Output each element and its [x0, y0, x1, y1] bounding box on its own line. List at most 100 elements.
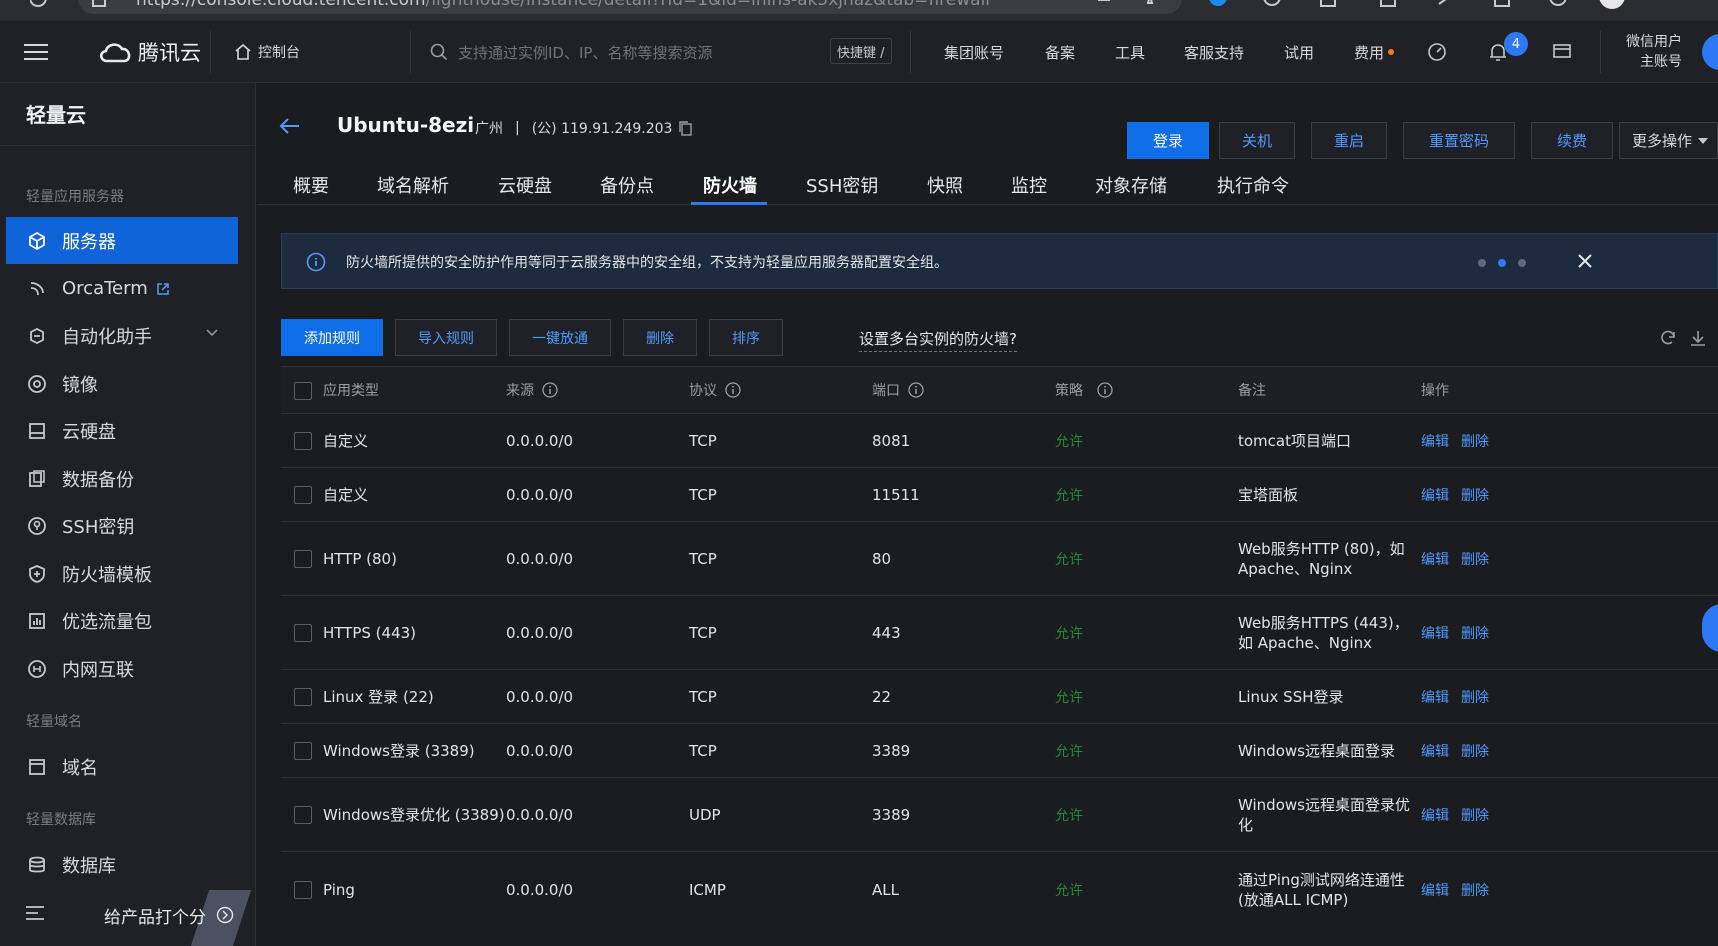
carousel-dot[interactable] — [1478, 259, 1486, 267]
delete-link[interactable]: 删除 — [1461, 805, 1489, 825]
refresh-icon[interactable] — [1659, 329, 1677, 347]
close-icon[interactable] — [1578, 254, 1592, 268]
allow-all-button[interactable]: 一键放通 — [509, 319, 611, 356]
extension-icon[interactable] — [1262, 0, 1282, 8]
nav-link-trial[interactable]: 试用 — [1284, 21, 1314, 83]
tab-firewall[interactable]: 防火墙 — [703, 165, 757, 205]
edit-link[interactable]: 编辑 — [1421, 741, 1449, 761]
tab-dns[interactable]: 域名解析 — [377, 165, 449, 205]
arrow-circle-icon[interactable] — [216, 906, 234, 924]
sidebar-item-automation[interactable]: 自动化助手 — [6, 312, 238, 359]
row-checkbox[interactable] — [294, 688, 312, 706]
edit-link[interactable]: 编辑 — [1421, 431, 1449, 451]
shutdown-button[interactable]: 关机 — [1219, 122, 1295, 159]
row-checkbox[interactable] — [294, 742, 312, 760]
delete-button[interactable]: 删除 — [623, 319, 697, 356]
gauge-icon[interactable] — [1427, 21, 1447, 83]
sidebar-item-cloud-disk[interactable]: 云硬盘 — [6, 407, 238, 454]
restart-button[interactable]: 重启 — [1311, 122, 1387, 159]
tab-object-storage[interactable]: 对象存储 — [1095, 165, 1167, 205]
nav-link-support[interactable]: 客服支持 — [1184, 21, 1244, 83]
delete-link[interactable]: 删除 — [1461, 431, 1489, 451]
shield-check-icon[interactable] — [1548, 0, 1568, 8]
tab-ssh-key[interactable]: SSH密钥 — [806, 165, 878, 205]
import-rules-button[interactable]: 导入规则 — [395, 319, 497, 356]
login-button[interactable]: 登录 — [1127, 122, 1209, 159]
info-circle-icon[interactable] — [542, 382, 558, 398]
row-checkbox[interactable] — [294, 550, 312, 568]
tab-cloud-disk[interactable]: 云硬盘 — [498, 165, 552, 205]
nav-link-group-account[interactable]: 集团账号 — [944, 21, 1004, 83]
sidebar-item-backup[interactable]: 数据备份 — [6, 455, 238, 502]
carousel-dot[interactable] — [1518, 259, 1526, 267]
more-actions-button[interactable]: 更多操作 — [1619, 122, 1718, 159]
edit-link[interactable]: 编辑 — [1421, 549, 1449, 569]
puzzle-icon[interactable] — [1318, 0, 1338, 8]
download-icon[interactable] — [1689, 329, 1707, 347]
info-circle-icon[interactable] — [1097, 382, 1113, 398]
info-circle-icon[interactable] — [725, 382, 741, 398]
favorites-icon[interactable] — [1436, 0, 1456, 8]
search-icon[interactable] — [30, 0, 50, 10]
delete-link[interactable]: 删除 — [1461, 485, 1489, 505]
delete-link[interactable]: 删除 — [1461, 687, 1489, 707]
edit-link[interactable]: 编辑 — [1421, 805, 1449, 825]
sidebar-item-domain[interactable]: 域名 — [6, 743, 238, 790]
select-all-checkbox[interactable] — [294, 382, 312, 400]
copy-icon[interactable] — [678, 120, 693, 136]
renew-button[interactable]: 续费 — [1531, 122, 1613, 159]
edit-link[interactable]: 编辑 — [1421, 623, 1449, 643]
extension-blue-icon[interactable] — [1208, 0, 1228, 8]
tab-overview[interactable]: 概要 — [293, 165, 329, 205]
sidebar-item-traffic-package[interactable]: 优选流量包 — [6, 597, 238, 644]
edit-link[interactable]: 编辑 — [1421, 687, 1449, 707]
translate-icon[interactable] — [1096, 0, 1112, 8]
delete-link[interactable]: 删除 — [1461, 880, 1489, 900]
delete-link[interactable]: 删除 — [1461, 741, 1489, 761]
avatar[interactable] — [1702, 34, 1718, 70]
sort-button[interactable]: 排序 — [709, 319, 783, 356]
star-icon[interactable] — [1142, 0, 1158, 8]
delete-link[interactable]: 删除 — [1461, 623, 1489, 643]
row-checkbox[interactable] — [294, 432, 312, 450]
console-home-link[interactable]: 控制台 — [234, 21, 300, 83]
tab-snapshot[interactable]: 快照 — [927, 165, 963, 205]
site-info-icon[interactable] — [92, 0, 106, 10]
edit-link[interactable]: 编辑 — [1421, 880, 1449, 900]
profile-avatar-icon[interactable] — [1598, 0, 1626, 10]
reset-password-button[interactable]: 重置密码 — [1403, 122, 1515, 159]
edit-link[interactable]: 编辑 — [1421, 485, 1449, 505]
nav-link-icp[interactable]: 备案 — [1045, 21, 1075, 83]
rate-product-link[interactable]: 给产品打个分 — [104, 903, 206, 928]
delete-link[interactable]: 删除 — [1461, 549, 1489, 569]
row-checkbox[interactable] — [294, 486, 312, 504]
sidebar-item-server[interactable]: 服务器 — [6, 217, 238, 264]
shortcut-key-button[interactable]: 快捷键 / — [830, 38, 892, 64]
carousel-dot-active[interactable] — [1498, 259, 1506, 267]
tab-backup-point[interactable]: 备份点 — [600, 165, 654, 205]
nav-link-billing[interactable]: 费用 — [1354, 21, 1395, 83]
collections-icon[interactable] — [1492, 0, 1512, 8]
user-info[interactable]: 微信用户 主账号 — [1622, 31, 1682, 71]
tab-run-command[interactable]: 执行命令 — [1217, 165, 1289, 205]
menu-icon[interactable] — [24, 21, 48, 83]
sidebar-item-orcaterm[interactable]: OrcaTerm — [6, 265, 238, 312]
row-checkbox[interactable] — [294, 806, 312, 824]
multi-instance-firewall-link[interactable]: 设置多台实例的防火墙? — [859, 328, 1017, 352]
sidebar-item-intranet[interactable]: 内网互联 — [6, 645, 238, 692]
add-rule-button[interactable]: 添加规则 — [281, 319, 383, 356]
sidebar-item-firewall-template[interactable]: 防火墙模板 — [6, 550, 238, 597]
tencent-cloud-logo[interactable]: 腾讯云 — [98, 21, 201, 83]
back-arrow-icon[interactable] — [279, 117, 301, 135]
nav-link-tools[interactable]: 工具 — [1115, 21, 1145, 83]
row-checkbox[interactable] — [294, 624, 312, 642]
global-search-input[interactable]: 支持通过实例ID、IP、名称等搜索资源 — [430, 32, 890, 72]
collapse-icon[interactable] — [26, 906, 44, 920]
bell-icon[interactable] — [1488, 21, 1508, 83]
row-checkbox[interactable] — [294, 881, 312, 899]
info-circle-icon[interactable] — [908, 382, 924, 398]
sidebar-item-image[interactable]: 镜像 — [6, 360, 238, 407]
split-view-icon[interactable] — [1378, 0, 1398, 8]
tab-monitoring[interactable]: 监控 — [1011, 165, 1047, 205]
message-icon[interactable] — [1552, 21, 1572, 83]
